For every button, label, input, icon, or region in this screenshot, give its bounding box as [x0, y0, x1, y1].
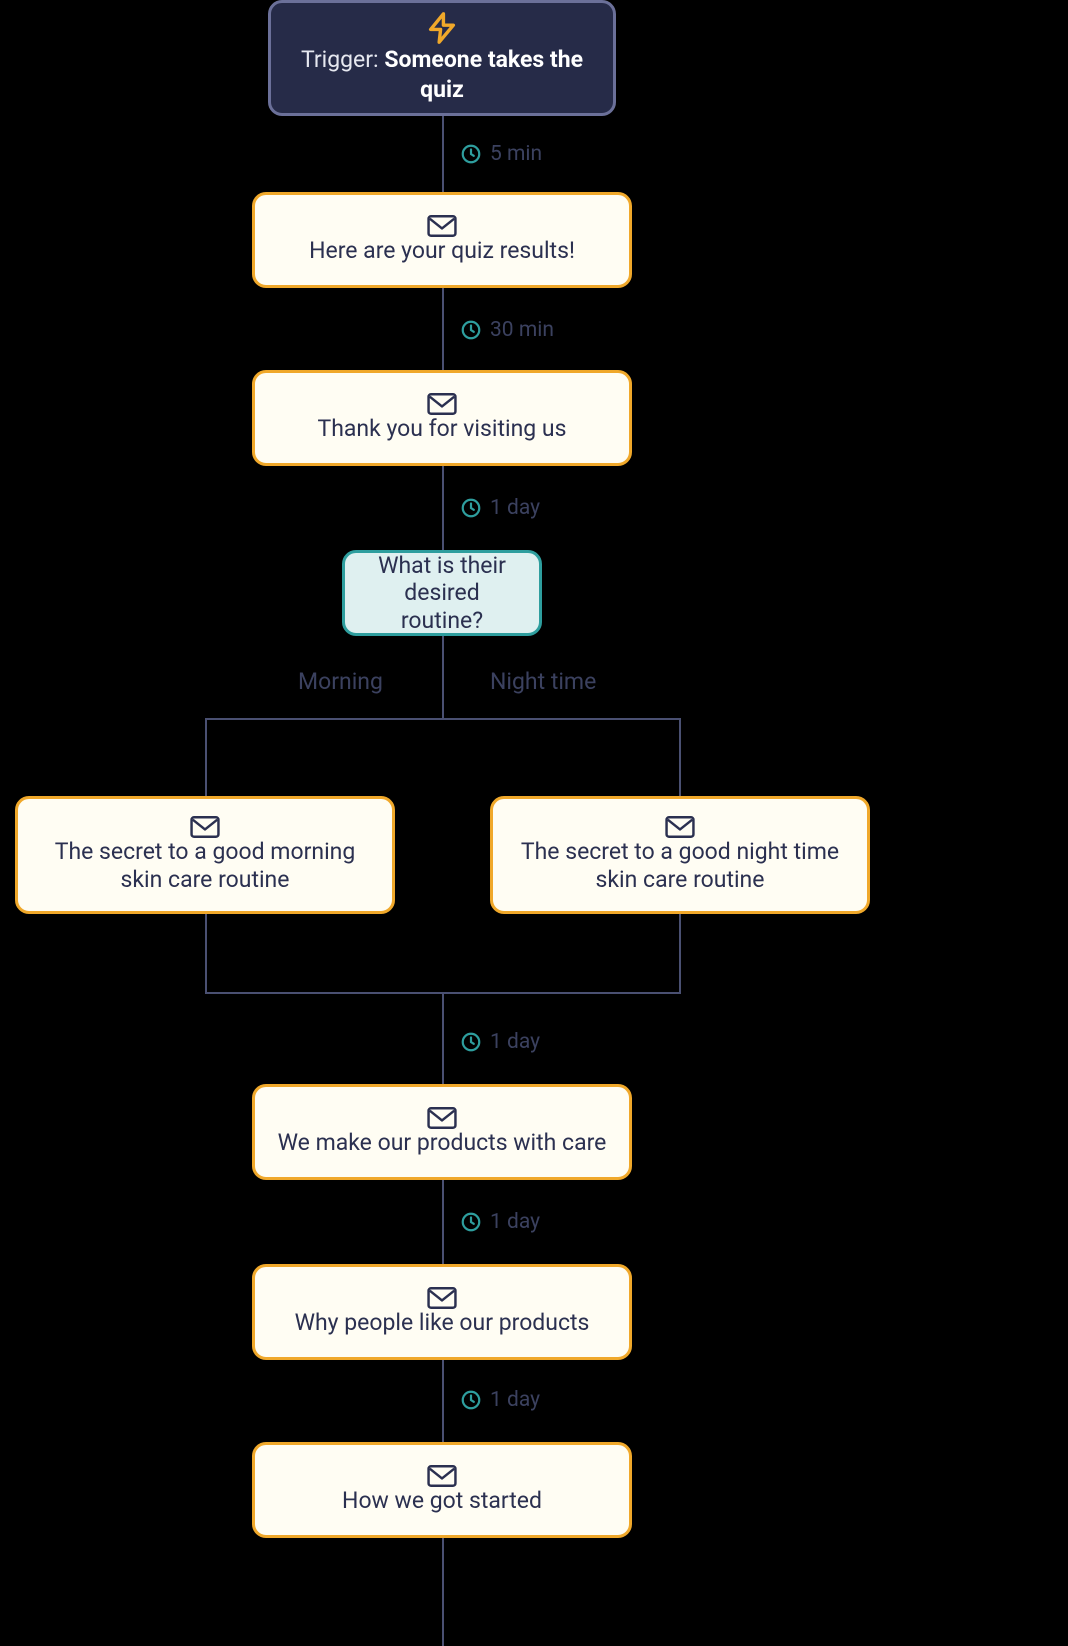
email-label: The secret to a good night time skin car…: [511, 838, 849, 893]
envelope-icon: [427, 1465, 457, 1487]
envelope-icon: [427, 215, 457, 237]
envelope-icon: [427, 1287, 457, 1309]
delay-label: 30 min: [460, 318, 554, 342]
edge: [205, 718, 207, 796]
delay-label: 1 day: [460, 496, 540, 520]
envelope-icon: [665, 816, 695, 838]
delay-label: 1 day: [460, 1210, 540, 1234]
envelope-icon: [427, 393, 457, 415]
branch-label-right: Night time: [490, 668, 596, 695]
email-node-night-routine[interactable]: The secret to a good night time skin car…: [490, 796, 870, 914]
decision-label: What is their desired routine?: [363, 552, 521, 635]
edge: [205, 718, 680, 720]
clock-icon: [460, 1031, 482, 1053]
clock-icon: [460, 1211, 482, 1233]
delay-label: 1 day: [460, 1030, 540, 1054]
email-node-why-like[interactable]: Why people like our products: [252, 1264, 632, 1360]
delay-label: 5 min: [460, 142, 542, 166]
edge: [205, 914, 207, 992]
edge: [679, 718, 681, 796]
envelope-icon: [427, 1107, 457, 1129]
bolt-icon: [425, 11, 459, 45]
trigger-node[interactable]: Trigger: Someone takes the quiz: [268, 0, 616, 116]
branch-label-left: Morning: [298, 668, 383, 695]
email-node-products-care[interactable]: We make our products with care: [252, 1084, 632, 1180]
email-label: We make our products with care: [278, 1129, 607, 1157]
flow-canvas: Trigger: Someone takes the quiz 5 min He…: [0, 0, 1068, 1646]
email-node-quiz-results[interactable]: Here are your quiz results!: [252, 192, 632, 288]
email-label: Why people like our products: [295, 1309, 590, 1337]
delay-label: 1 day: [460, 1388, 540, 1412]
email-label: Here are your quiz results!: [309, 237, 575, 265]
edge: [442, 636, 444, 718]
email-label: The secret to a good morning skin care r…: [36, 838, 374, 893]
edge: [679, 914, 681, 992]
email-node-morning-routine[interactable]: The secret to a good morning skin care r…: [15, 796, 395, 914]
email-node-how-started[interactable]: How we got started: [252, 1442, 632, 1538]
email-node-thank-you[interactable]: Thank you for visiting us: [252, 370, 632, 466]
clock-icon: [460, 319, 482, 341]
trigger-label: Trigger: Someone takes the quiz: [289, 45, 595, 105]
email-label: Thank you for visiting us: [318, 415, 567, 443]
clock-icon: [460, 1389, 482, 1411]
email-label: How we got started: [342, 1487, 542, 1515]
clock-icon: [460, 497, 482, 519]
decision-node[interactable]: What is their desired routine?: [342, 550, 542, 636]
envelope-icon: [190, 816, 220, 838]
clock-icon: [460, 143, 482, 165]
